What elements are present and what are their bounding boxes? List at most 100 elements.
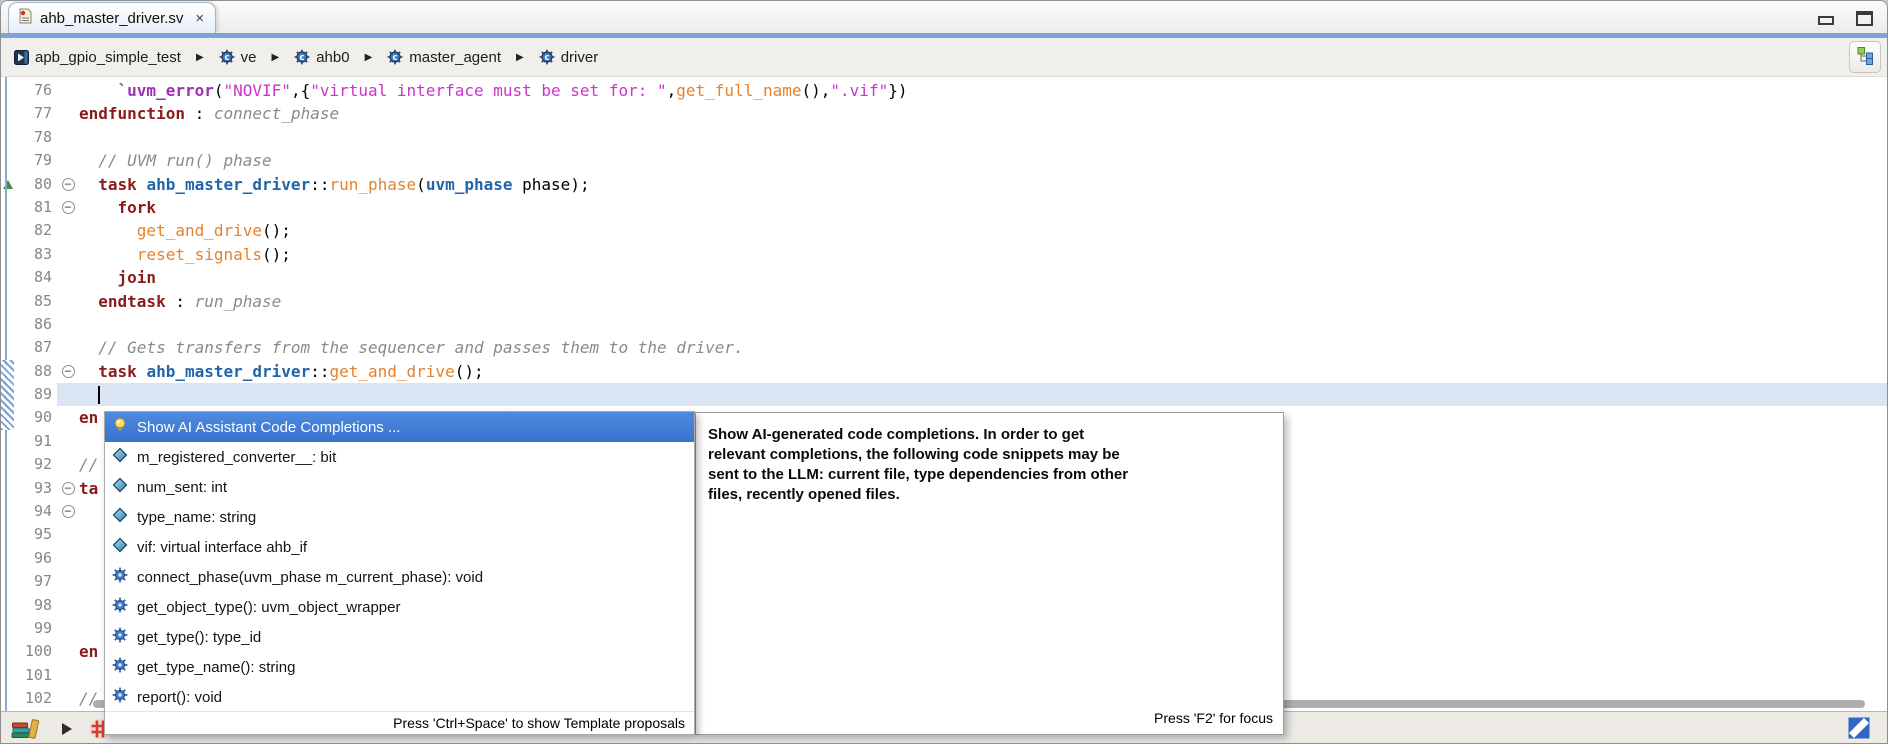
marker-column	[1, 102, 15, 125]
code-line[interactable]: 85 endtask : run_phase	[1, 290, 1887, 313]
code-line[interactable]: 79 // UVM run() phase	[1, 149, 1887, 172]
breadcrumb-item-driver[interactable]: c driver	[536, 47, 602, 68]
fold-collapse-icon[interactable]	[61, 481, 75, 495]
word-wrap-icon[interactable]	[1847, 716, 1871, 740]
fold-collapse-icon[interactable]	[61, 505, 75, 519]
code-text[interactable]: task ahb_master_driver::run_phase(uvm_ph…	[79, 173, 1887, 196]
code-text[interactable]	[79, 383, 1887, 407]
fold-column	[57, 196, 79, 219]
breadcrumb-label: driver	[560, 48, 599, 66]
code-text[interactable]	[79, 313, 1887, 336]
marker-column	[1, 664, 15, 687]
code-text[interactable]: endfunction : connect_phase	[79, 102, 1887, 125]
completion-label: vif: virtual interface ahb_if	[137, 538, 308, 556]
code-line[interactable]: 84 join	[1, 266, 1887, 289]
fold-column	[57, 594, 79, 617]
code-text[interactable]: // UVM run() phase	[79, 149, 1887, 172]
sv-file-icon	[18, 8, 33, 28]
line-number: 89	[33, 385, 52, 404]
code-text[interactable]: fork	[79, 196, 1887, 219]
marker-column	[1, 266, 15, 289]
completion-label: num_sent: int	[137, 478, 228, 496]
class-icon: c	[219, 49, 235, 65]
line-number: 82	[33, 221, 52, 240]
completion-item[interactable]: report(): void	[105, 682, 694, 711]
close-icon[interactable]: ×	[195, 10, 204, 27]
code-text[interactable]: task ahb_master_driver::get_and_drive();	[79, 360, 1887, 383]
code-text[interactable]: // Gets transfers from the sequencer and…	[79, 336, 1887, 359]
minimize-icon[interactable]	[1818, 16, 1834, 25]
code-line[interactable]: 87 // Gets transfers from the sequencer …	[1, 336, 1887, 359]
code-line[interactable]: 89	[1, 383, 1887, 407]
code-line[interactable]: 76 `uvm_error("NOVIF",{"virtual interfac…	[1, 79, 1887, 102]
breadcrumb-separator-icon: ▶	[364, 51, 373, 63]
completion-item[interactable]: connect_phase(uvm_phase m_current_phase)…	[105, 562, 694, 592]
maximize-icon[interactable]	[1856, 11, 1873, 26]
marker-column	[1, 196, 15, 219]
marker-column	[1, 523, 15, 546]
code-line[interactable]: 81 fork	[1, 196, 1887, 219]
editor-tab[interactable]: ahb_master_driver.sv ×	[8, 2, 217, 33]
fold-column	[57, 617, 79, 640]
completion-label: report(): void	[137, 688, 223, 706]
class-icon: c	[539, 49, 555, 65]
breadcrumb-item-ahb0[interactable]: c ahb0	[291, 47, 352, 68]
fold-column	[57, 219, 79, 242]
code-text[interactable]: join	[79, 266, 1887, 289]
hierarchy-icon	[1855, 45, 1875, 69]
code-line[interactable]: 88 task ahb_master_driver::get_and_drive…	[1, 360, 1887, 383]
line-number: 99	[33, 618, 52, 637]
line-number: 94	[33, 502, 52, 521]
marker-column	[1, 79, 15, 102]
code-line[interactable]: 83 reset_signals();	[1, 243, 1887, 266]
completion-item[interactable]: Show AI Assistant Code Completions ...	[105, 412, 694, 442]
code-text[interactable]	[79, 126, 1887, 149]
completion-item[interactable]: type_name: string	[105, 502, 694, 532]
code-line[interactable]: 82 get_and_drive();	[1, 219, 1887, 242]
fold-column	[57, 523, 79, 546]
breadcrumb-separator-icon: ▶	[516, 51, 524, 63]
completion-item[interactable]: get_object_type(): uvm_object_wrapper	[105, 592, 694, 622]
code-line[interactable]: 77 endfunction : connect_phase	[1, 102, 1887, 125]
code-line[interactable]: 78	[1, 126, 1887, 149]
breadcrumb-item-apb_gpio_simple_test[interactable]: apb_gpio_simple_test	[11, 47, 184, 68]
completion-label: m_registered_converter__: bit	[137, 448, 337, 466]
popup-footer-hint: Press 'Ctrl+Space' to show Template prop…	[105, 711, 694, 734]
fold-column	[57, 102, 79, 125]
line-number: 86	[33, 314, 52, 333]
show-hierarchy-button[interactable]	[1849, 41, 1881, 73]
code-line[interactable]: 86	[1, 313, 1887, 336]
line-number: 97	[33, 572, 52, 591]
run-triangle-icon[interactable]	[61, 722, 73, 736]
tab-label: ahb_master_driver.sv	[40, 9, 184, 27]
tab-strip: ahb_master_driver.sv ×	[1, 1, 1887, 33]
marker-column	[1, 430, 15, 453]
method-icon	[112, 657, 128, 677]
completion-item[interactable]: m_registered_converter__: bit	[105, 442, 694, 472]
line-number: 80	[33, 174, 52, 193]
fold-collapse-icon[interactable]	[61, 177, 75, 191]
svg-text:c: c	[300, 53, 305, 63]
class-icon: c	[294, 49, 310, 65]
line-number: 92	[33, 455, 52, 474]
breadcrumb-item-ve[interactable]: c ve	[216, 47, 260, 68]
completion-item[interactable]: num_sent: int	[105, 472, 694, 502]
fold-column	[57, 547, 79, 570]
completion-item[interactable]: get_type_name(): string	[105, 652, 694, 682]
code-text[interactable]: get_and_drive();	[79, 219, 1887, 242]
library-books-icon[interactable]	[11, 717, 41, 741]
code-text[interactable]: `uvm_error("NOVIF",{"virtual interface m…	[79, 79, 1887, 102]
code-text[interactable]: reset_signals();	[79, 243, 1887, 266]
breadcrumb-item-master_agent[interactable]: c master_agent	[384, 47, 504, 68]
marker-column	[1, 570, 15, 593]
fold-collapse-icon[interactable]	[61, 200, 75, 214]
code-text[interactable]: endtask : run_phase	[79, 290, 1887, 313]
code-line[interactable]: 80 task ahb_master_driver::run_phase(uvm…	[1, 173, 1887, 196]
fold-column	[57, 149, 79, 172]
marker-column	[1, 687, 15, 710]
completion-item[interactable]: get_type(): type_id	[105, 622, 694, 652]
fold-collapse-icon[interactable]	[61, 364, 75, 378]
fold-column	[57, 336, 79, 359]
completion-item[interactable]: vif: virtual interface ahb_if	[105, 532, 694, 562]
line-number: 90	[33, 408, 52, 427]
